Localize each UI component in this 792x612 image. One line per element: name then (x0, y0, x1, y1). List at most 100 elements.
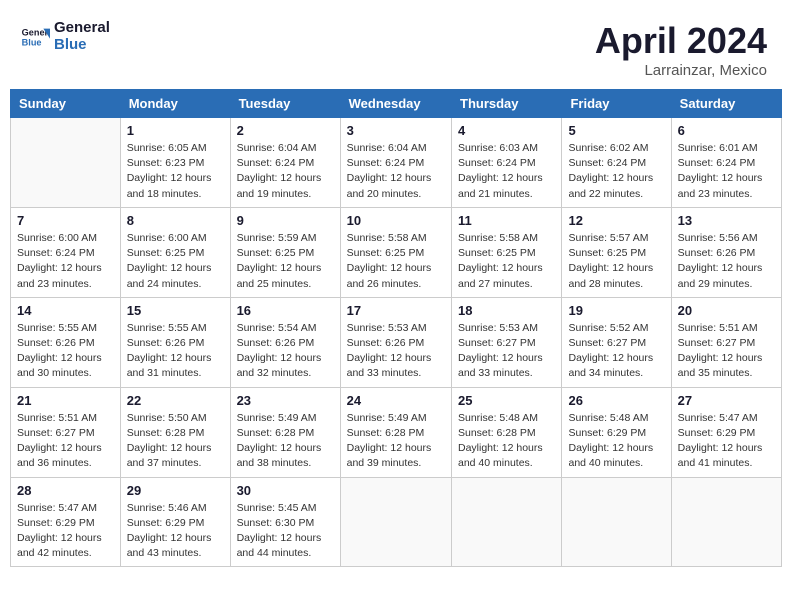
day-number: 6 (678, 123, 775, 138)
day-number: 26 (568, 393, 664, 408)
calendar-cell: 8 Sunrise: 6:00 AMSunset: 6:25 PMDaylight… (120, 207, 230, 297)
calendar-week-row: 28 Sunrise: 5:47 AMSunset: 6:29 PMDayligh… (11, 477, 782, 567)
day-info: Sunrise: 5:48 AMSunset: 6:29 PMDaylight:… (568, 411, 664, 472)
day-number: 29 (127, 483, 224, 498)
weekday-header-tuesday: Tuesday (230, 90, 340, 118)
logo: General Blue General Blue (20, 20, 110, 53)
day-number: 27 (678, 393, 775, 408)
day-number: 23 (237, 393, 334, 408)
weekday-header-thursday: Thursday (452, 90, 562, 118)
calendar-cell: 22 Sunrise: 5:50 AMSunset: 6:28 PMDayligh… (120, 387, 230, 477)
calendar-cell: 21 Sunrise: 5:51 AMSunset: 6:27 PMDayligh… (11, 387, 121, 477)
calendar-cell (452, 477, 562, 567)
weekday-header-row: SundayMondayTuesdayWednesdayThursdayFrid… (11, 90, 782, 118)
day-number: 10 (347, 213, 445, 228)
day-info: Sunrise: 5:54 AMSunset: 6:26 PMDaylight:… (237, 321, 334, 382)
calendar-cell (562, 477, 671, 567)
page-header: General Blue General Blue April 2024 Lar… (10, 10, 782, 89)
day-number: 24 (347, 393, 445, 408)
day-number: 15 (127, 303, 224, 318)
day-info: Sunrise: 6:03 AMSunset: 6:24 PMDaylight:… (458, 141, 555, 202)
calendar-cell: 29 Sunrise: 5:46 AMSunset: 6:29 PMDayligh… (120, 477, 230, 567)
day-number: 9 (237, 213, 334, 228)
day-info: Sunrise: 5:52 AMSunset: 6:27 PMDaylight:… (568, 321, 664, 382)
day-number: 7 (17, 213, 114, 228)
calendar-cell: 10 Sunrise: 5:58 AMSunset: 6:25 PMDayligh… (340, 207, 451, 297)
calendar-cell (340, 477, 451, 567)
calendar-cell: 27 Sunrise: 5:47 AMSunset: 6:29 PMDayligh… (671, 387, 781, 477)
day-info: Sunrise: 5:45 AMSunset: 6:30 PMDaylight:… (237, 501, 334, 562)
calendar-cell: 4Sunrise: 6:03 AMSunset: 6:24 PMDaylight… (452, 118, 562, 208)
day-info: Sunrise: 5:47 AMSunset: 6:29 PMDaylight:… (678, 411, 775, 472)
day-number: 5 (568, 123, 664, 138)
day-info: Sunrise: 5:59 AMSunset: 6:25 PMDaylight:… (237, 231, 334, 292)
calendar-cell: 12Sunrise: 5:57 AMSunset: 6:25 PMDayligh… (562, 207, 671, 297)
calendar-cell: 9 Sunrise: 5:59 AMSunset: 6:25 PMDaylight… (230, 207, 340, 297)
day-number: 13 (678, 213, 775, 228)
calendar-cell: 3 Sunrise: 6:04 AMSunset: 6:24 PMDaylight… (340, 118, 451, 208)
calendar-cell: 15 Sunrise: 5:55 AMSunset: 6:26 PMDayligh… (120, 297, 230, 387)
day-info: Sunrise: 6:02 AMSunset: 6:24 PMDaylight:… (568, 141, 664, 202)
day-number: 21 (17, 393, 114, 408)
title-area: April 2024 Larrainzar, Mexico (595, 20, 767, 79)
calendar-cell: 28 Sunrise: 5:47 AMSunset: 6:29 PMDayligh… (11, 477, 121, 567)
day-info: Sunrise: 5:49 AMSunset: 6:28 PMDaylight:… (347, 411, 445, 472)
calendar-cell: 17Sunrise: 5:53 AMSunset: 6:26 PMDayligh… (340, 297, 451, 387)
day-info: Sunrise: 5:51 AMSunset: 6:27 PMDaylight:… (678, 321, 775, 382)
calendar-cell: 6 Sunrise: 6:01 AMSunset: 6:24 PMDaylight… (671, 118, 781, 208)
calendar-table: SundayMondayTuesdayWednesdayThursdayFrid… (10, 89, 782, 567)
day-info: Sunrise: 5:58 AMSunset: 6:25 PMDaylight:… (458, 231, 555, 292)
svg-text:Blue: Blue (22, 37, 42, 47)
day-info: Sunrise: 5:57 AMSunset: 6:25 PMDaylight:… (568, 231, 664, 292)
day-info: Sunrise: 5:53 AMSunset: 6:27 PMDaylight:… (458, 321, 555, 382)
day-number: 16 (237, 303, 334, 318)
month-title: April 2024 (595, 20, 767, 62)
day-number: 2 (237, 123, 334, 138)
calendar-cell (11, 118, 121, 208)
day-info: Sunrise: 6:01 AMSunset: 6:24 PMDaylight:… (678, 141, 775, 202)
day-number: 30 (237, 483, 334, 498)
day-number: 3 (347, 123, 445, 138)
calendar-cell: 1Sunrise: 6:05 AMSunset: 6:23 PMDaylight… (120, 118, 230, 208)
calendar-cell: 14Sunrise: 5:55 AMSunset: 6:26 PMDayligh… (11, 297, 121, 387)
day-info: Sunrise: 5:53 AMSunset: 6:26 PMDaylight:… (347, 321, 445, 382)
day-info: Sunrise: 5:48 AMSunset: 6:28 PMDaylight:… (458, 411, 555, 472)
weekday-header-monday: Monday (120, 90, 230, 118)
day-info: Sunrise: 5:49 AMSunset: 6:28 PMDaylight:… (237, 411, 334, 472)
day-number: 25 (458, 393, 555, 408)
day-number: 20 (678, 303, 775, 318)
day-number: 22 (127, 393, 224, 408)
day-info: Sunrise: 5:47 AMSunset: 6:29 PMDaylight:… (17, 501, 114, 562)
calendar-cell: 16 Sunrise: 5:54 AMSunset: 6:26 PMDayligh… (230, 297, 340, 387)
day-info: Sunrise: 5:58 AMSunset: 6:25 PMDaylight:… (347, 231, 445, 292)
calendar-cell: 26 Sunrise: 5:48 AMSunset: 6:29 PMDayligh… (562, 387, 671, 477)
calendar-cell: 11Sunrise: 5:58 AMSunset: 6:25 PMDayligh… (452, 207, 562, 297)
weekday-header-friday: Friday (562, 90, 671, 118)
calendar-cell: 19Sunrise: 5:52 AMSunset: 6:27 PMDayligh… (562, 297, 671, 387)
day-info: Sunrise: 5:55 AMSunset: 6:26 PMDaylight:… (17, 321, 114, 382)
day-info: Sunrise: 5:46 AMSunset: 6:29 PMDaylight:… (127, 501, 224, 562)
calendar-week-row: 14Sunrise: 5:55 AMSunset: 6:26 PMDayligh… (11, 297, 782, 387)
day-number: 8 (127, 213, 224, 228)
calendar-cell: 2 Sunrise: 6:04 AMSunset: 6:24 PMDaylight… (230, 118, 340, 208)
calendar-cell: 24 Sunrise: 5:49 AMSunset: 6:28 PMDayligh… (340, 387, 451, 477)
calendar-cell: 25 Sunrise: 5:48 AMSunset: 6:28 PMDayligh… (452, 387, 562, 477)
calendar-cell: 7 Sunrise: 6:00 AMSunset: 6:24 PMDaylight… (11, 207, 121, 297)
day-number: 18 (458, 303, 555, 318)
day-info: Sunrise: 6:00 AMSunset: 6:24 PMDaylight:… (17, 231, 114, 292)
day-info: Sunrise: 5:51 AMSunset: 6:27 PMDaylight:… (17, 411, 114, 472)
day-info: Sunrise: 6:04 AMSunset: 6:24 PMDaylight:… (237, 141, 334, 202)
day-info: Sunrise: 6:04 AMSunset: 6:24 PMDaylight:… (347, 141, 445, 202)
calendar-cell: 20 Sunrise: 5:51 AMSunset: 6:27 PMDayligh… (671, 297, 781, 387)
day-info: Sunrise: 6:05 AMSunset: 6:23 PMDaylight:… (127, 141, 224, 202)
weekday-header-wednesday: Wednesday (340, 90, 451, 118)
day-info: Sunrise: 6:00 AMSunset: 6:25 PMDaylight:… (127, 231, 224, 292)
day-info: Sunrise: 5:55 AMSunset: 6:26 PMDaylight:… (127, 321, 224, 382)
calendar-cell: 30 Sunrise: 5:45 AMSunset: 6:30 PMDayligh… (230, 477, 340, 567)
day-info: Sunrise: 5:50 AMSunset: 6:28 PMDaylight:… (127, 411, 224, 472)
weekday-header-sunday: Sunday (11, 90, 121, 118)
location: Larrainzar, Mexico (595, 62, 767, 79)
calendar-cell: 13Sunrise: 5:56 AMSunset: 6:26 PMDayligh… (671, 207, 781, 297)
calendar-cell: 18 Sunrise: 5:53 AMSunset: 6:27 PMDayligh… (452, 297, 562, 387)
day-number: 28 (17, 483, 114, 498)
